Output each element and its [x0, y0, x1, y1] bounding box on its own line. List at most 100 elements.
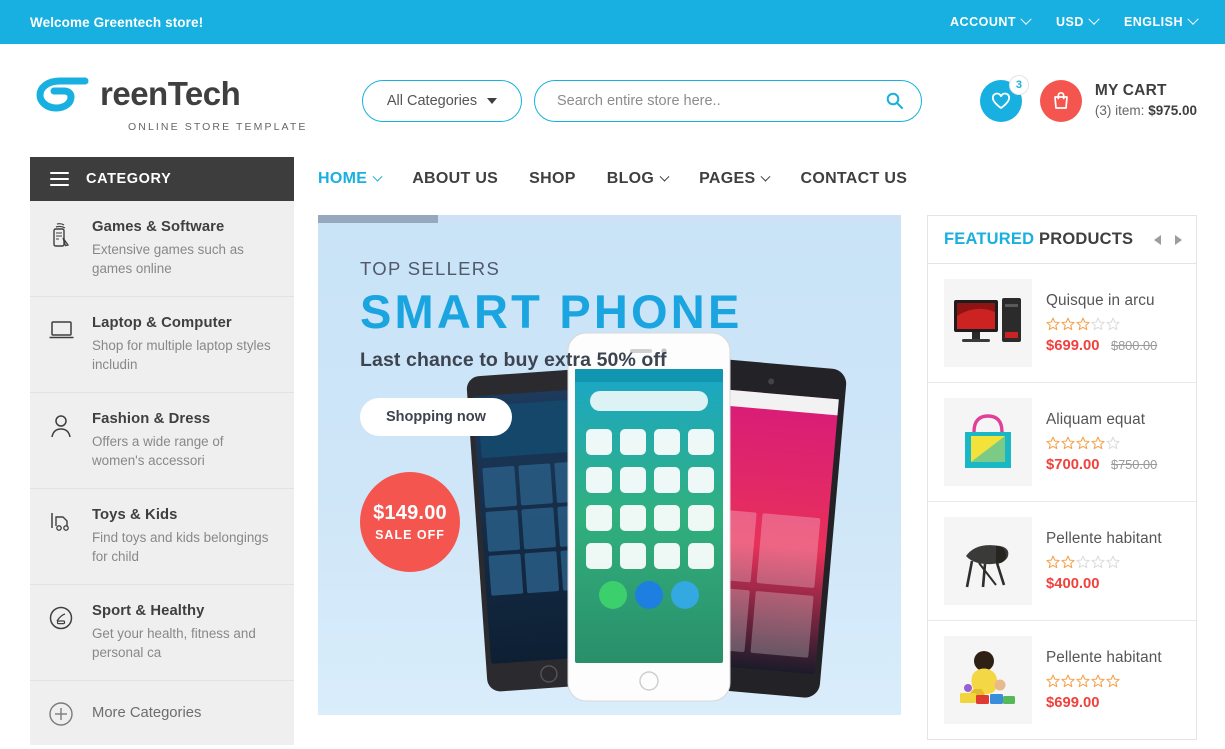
product-rating [1046, 436, 1182, 450]
child-toys-icon [960, 651, 1015, 704]
arrow-right-icon[interactable] [1175, 234, 1182, 245]
cart-total: $975.00 [1148, 102, 1197, 118]
product-thumbnail [944, 636, 1032, 724]
featured-title-highlight: FEATURED [944, 230, 1035, 248]
plus-circle-icon [48, 699, 78, 727]
chevron-down-icon [1020, 13, 1032, 25]
sidebar-item-sport-healthy[interactable]: Sport & Healthy Get your health, fitness… [30, 585, 294, 682]
product-old-price: $800.00 [1110, 337, 1158, 353]
hero-slider: TOP SELLERS SMART PHONE Last chance to b… [318, 215, 901, 740]
nav-item-contact-us[interactable]: CONTACT US [800, 170, 907, 188]
category-sidebar: CATEGORY Games & Software Extensive game… [30, 157, 294, 746]
nav-label: HOME [318, 170, 368, 187]
category-sidebar-header[interactable]: CATEGORY [30, 157, 294, 201]
wishlist-button[interactable]: 3 [979, 74, 1029, 122]
search-button[interactable] [886, 92, 903, 109]
category-select-value: All Categories [386, 92, 478, 109]
language-menu[interactable]: ENGLISH [1123, 13, 1199, 29]
sale-badge: $149.00 SALE OFF [360, 472, 460, 572]
search-box[interactable] [534, 79, 922, 122]
sidebar-item-games-software[interactable]: Games & Software Extensive games such as… [30, 201, 294, 298]
star-icon [1106, 436, 1120, 449]
sidebar-item-title: Laptop & Computer [92, 315, 232, 332]
featured-carousel-arrows [1154, 234, 1182, 245]
shopping-now-button[interactable]: Shopping now [360, 397, 512, 436]
featured-product-item[interactable]: Quisque in arcu $699.00 $800.00 [928, 264, 1196, 383]
product-name: Pellente habitant [1046, 529, 1162, 547]
account-menu[interactable]: ACCOUNT [950, 13, 1032, 29]
chevron-down-icon [1187, 13, 1199, 25]
hero-title: SMART PHONE [360, 285, 743, 338]
star-icon [1076, 555, 1090, 568]
top-bar-links: ACCOUNT USD ENGLISH [950, 13, 1199, 29]
sale-badge-price: $149.00 [373, 502, 447, 524]
wishlist-count-badge: 3 [1008, 74, 1029, 95]
currency-menu[interactable]: USD [1056, 13, 1100, 29]
main-content: HOME ABOUT US SHOP BLOG PAGES CONTACT US [318, 157, 1197, 745]
cart-button[interactable] [1039, 79, 1082, 122]
category-sidebar-title: CATEGORY [86, 171, 172, 187]
star-icon [1106, 555, 1120, 568]
sidebar-item-title: Sport & Healthy [92, 603, 205, 620]
nav-item-blog[interactable]: BLOG [606, 170, 670, 188]
chevron-down-icon [659, 171, 670, 182]
product-old-price: $750.00 [1110, 456, 1158, 472]
star-icon [1046, 674, 1060, 687]
chevron-down-icon [761, 171, 771, 182]
toy-car-icon [48, 507, 78, 566]
top-bar: Welcome Greentech store! ACCOUNT USD ENG… [0, 0, 1225, 44]
search-input[interactable] [557, 92, 886, 109]
sidebar-item-fashion-dress[interactable]: Fashion & Dress Offers a wide range of w… [30, 393, 294, 490]
sidebar-item-title: Games & Software [92, 219, 225, 235]
product-rating [1046, 317, 1182, 331]
shopping-bag-icon [1054, 91, 1068, 109]
greentech-logo-icon [30, 68, 102, 118]
featured-product-item[interactable]: Pellente habitant $699.00 [928, 621, 1196, 739]
logo-wordmark: reenTech [100, 74, 241, 112]
featured-product-item[interactable]: Aliquam equat $700.00 $750.00 [928, 383, 1196, 502]
product-thumbnail [944, 517, 1032, 605]
handbag-icon [965, 414, 1011, 468]
caret-down-icon [487, 97, 498, 104]
language-label: ENGLISH [1123, 15, 1183, 29]
hero-kicker: TOP SELLERS [360, 258, 501, 279]
chair-icon [965, 545, 1009, 588]
gauge-icon [48, 603, 78, 662]
welcome-message: Welcome Greentech store! [30, 14, 204, 30]
nav-item-pages[interactable]: PAGES [699, 170, 771, 188]
sidebar-item-laptop-computer[interactable]: Laptop & Computer Shop for multiple lapt… [30, 297, 294, 394]
product-price: $700.00 [1046, 456, 1100, 473]
sidebar-item-title: Fashion & Dress [92, 411, 211, 428]
nav-label: BLOG [606, 170, 655, 187]
sidebar-item-desc: Extensive games such as games online [92, 242, 244, 277]
nav-label: PAGES [699, 170, 756, 187]
product-name: Aliquam equat [1046, 410, 1146, 428]
product-name: Pellente habitant [1046, 648, 1162, 666]
star-icon [1091, 674, 1105, 687]
nav-item-about-us[interactable]: ABOUT US [412, 170, 498, 188]
product-price: $699.00 [1046, 337, 1100, 354]
star-icon [1106, 674, 1120, 687]
slider-progress-track[interactable] [318, 215, 901, 223]
nav-item-shop[interactable]: SHOP [529, 170, 576, 188]
star-icon [1061, 674, 1075, 687]
sidebar-item-title: Toys & Kids [92, 507, 178, 524]
sidebar-item-more-categories[interactable]: More Categories [30, 681, 294, 745]
featured-product-item[interactable]: Pellente habitant $400.00 [928, 502, 1196, 621]
laptop-icon [48, 315, 78, 374]
hero-banner[interactable]: TOP SELLERS SMART PHONE Last chance to b… [318, 223, 901, 715]
hero-and-featured: TOP SELLERS SMART PHONE Last chance to b… [318, 215, 1197, 740]
site-header: reenTech ONLINE STORE TEMPLATE All Categ… [0, 44, 1225, 157]
cart-summary[interactable]: MY CART (3) item: $975.00 [1095, 81, 1197, 120]
chevron-down-icon [372, 171, 383, 182]
currency-label: USD [1056, 15, 1084, 29]
featured-products-header: FEATURED PRODUCTS [928, 216, 1196, 264]
star-icon [1076, 317, 1090, 330]
featured-title-rest: PRODUCTS [1034, 230, 1134, 248]
category-select[interactable]: All Categories [362, 79, 522, 122]
logo[interactable]: reenTech ONLINE STORE TEMPLATE [30, 68, 330, 133]
nav-item-home[interactable]: HOME [318, 170, 383, 188]
sidebar-item-toys-kids[interactable]: Toys & Kids Find toys and kids belonging… [30, 489, 294, 586]
star-icon [1061, 317, 1075, 330]
arrow-left-icon[interactable] [1154, 234, 1161, 245]
